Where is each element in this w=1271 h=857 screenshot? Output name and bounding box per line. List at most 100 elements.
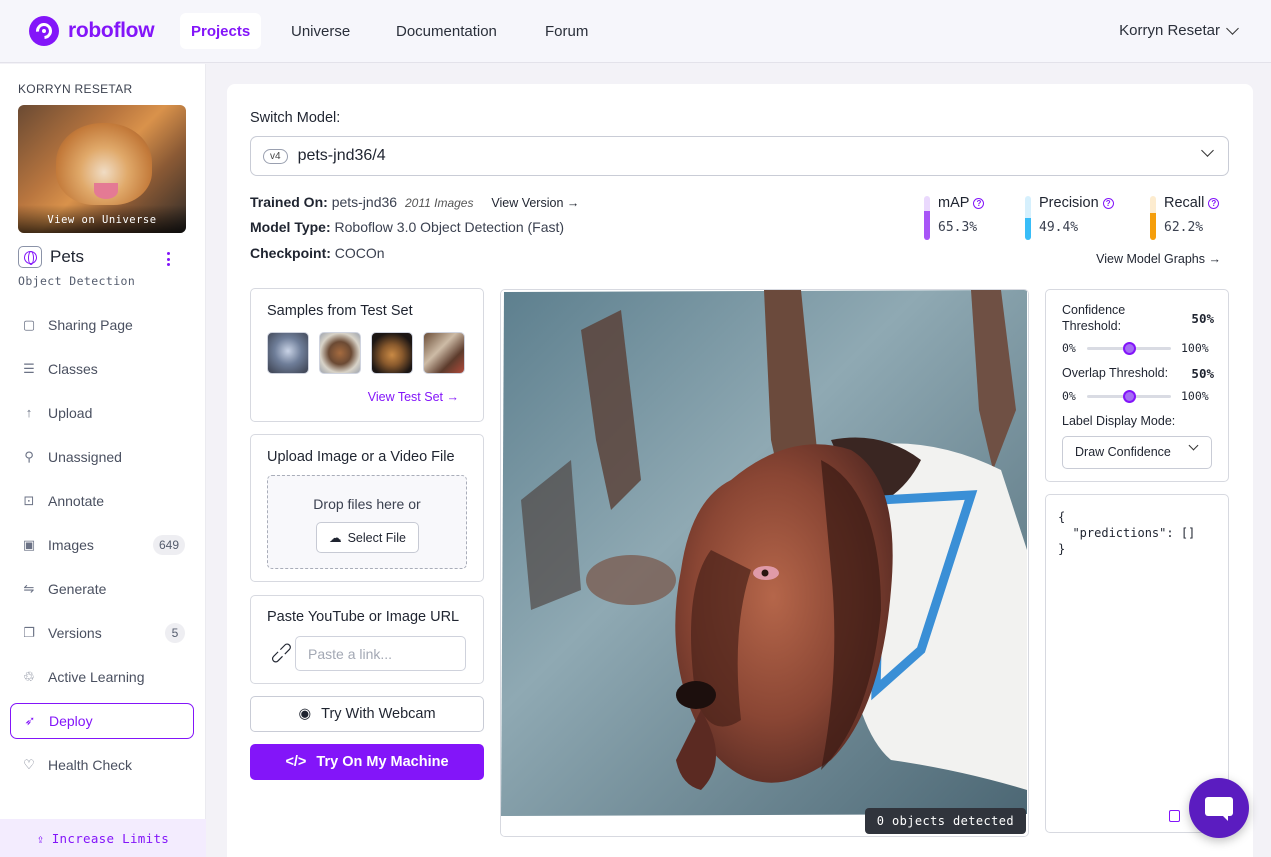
code-icon: </> <box>285 754 307 770</box>
help-icon[interactable]: ? <box>973 198 985 209</box>
view-model-graphs-link[interactable]: View Model Graphs → <box>1096 252 1221 266</box>
view-test-set-link[interactable]: View Test Set → <box>368 390 459 404</box>
label-mode-value: Draw Confidence <box>1075 445 1171 459</box>
view-on-universe-link[interactable]: View on Universe <box>18 205 186 233</box>
confidence-slider-knob[interactable] <box>1123 342 1136 355</box>
project-type: Object Detection <box>18 274 136 288</box>
precision-label: Precision? <box>1039 195 1114 211</box>
copy-icon[interactable] <box>1169 810 1180 822</box>
upload-circle-icon: ⇪ <box>36 830 45 846</box>
sidebar-item-label: Images <box>48 537 94 553</box>
nav-universe[interactable]: Universe <box>280 13 361 49</box>
map-bar <box>924 196 930 240</box>
nav-projects[interactable]: Projects <box>180 13 262 49</box>
sidebar-item-label: Upload <box>48 405 93 421</box>
sidebar-item-generate[interactable]: ⇋ Generate <box>10 571 194 607</box>
images-icon: ▣ <box>22 537 36 552</box>
recall-label: Recall? <box>1164 195 1220 211</box>
sidebar-item-label: Classes <box>48 361 98 377</box>
chat-support-icon[interactable] <box>1189 778 1249 838</box>
user-menu[interactable]: Korryn Resetar <box>1119 21 1239 39</box>
recall-value: 62.2% <box>1164 220 1204 235</box>
overlap-slider-knob[interactable] <box>1123 390 1136 403</box>
kebab-menu-icon[interactable] <box>166 252 170 266</box>
recall-label-text: Recall <box>1164 195 1205 211</box>
image-count: 2011 Images <box>404 196 474 210</box>
try-webcam-button[interactable]: ◉ Try With Webcam <box>250 696 484 732</box>
model-select[interactable]: v4 pets-jnd36/4 <box>250 136 1229 176</box>
model-type-value: Roboflow 3.0 Object Detection (Fast) <box>334 219 565 235</box>
sidebar-item-health-check[interactable]: ♡ Health Check <box>10 747 194 783</box>
sidebar-item-deploy[interactable]: ➶ Deploy <box>10 703 194 739</box>
view-graphs-label: View Model Graphs <box>1096 252 1206 266</box>
brand-name: roboflow <box>68 19 155 42</box>
cloud-upload-icon: ☁ <box>329 531 342 545</box>
upload-icon: ↑ <box>25 405 33 420</box>
project-thumbnail[interactable]: View on Universe <box>18 105 186 233</box>
precision-bar <box>1025 196 1031 240</box>
overlap-slider[interactable]: 0% 100% <box>1062 389 1214 403</box>
paste-url-panel: Paste YouTube or Image URL ⊂⊃ <box>250 595 484 684</box>
model-type-row: Model Type: Roboflow 3.0 Object Detectio… <box>250 219 564 235</box>
nav-forum[interactable]: Forum <box>534 13 599 49</box>
inference-preview: 0 objects detected <box>500 289 1029 837</box>
chevron-down-icon <box>1188 440 1199 451</box>
trained-on-label: Trained On: <box>250 194 328 210</box>
sidebar-item-label: Sharing Page <box>48 317 133 333</box>
version-tag: v4 <box>263 148 288 164</box>
nav-documentation[interactable]: Documentation <box>385 13 508 49</box>
model-type-label: Model Type: <box>250 219 331 235</box>
confidence-label: Confidence Threshold: <box>1062 303 1126 333</box>
file-dropzone[interactable]: Drop files here or ☁ Select File <box>267 475 467 569</box>
webcam-label: Try With Webcam <box>321 706 436 722</box>
try-on-machine-button[interactable]: </> Try On My Machine <box>250 744 484 780</box>
overlap-value: 50% <box>1191 366 1214 381</box>
deploy-panel: Switch Model: v4 pets-jnd36/4 Trained On… <box>227 84 1253 857</box>
samples-panel: Samples from Test Set View Test Set → <box>250 288 484 422</box>
webcam-icon: ◉ <box>298 706 312 722</box>
sidebar-item-classes[interactable]: ☰ Classes <box>10 351 194 387</box>
user-name: Korryn Resetar <box>1119 22 1220 39</box>
checkpoint-label: Checkpoint: <box>250 245 331 261</box>
confidence-slider[interactable]: 0% 100% <box>1062 341 1214 355</box>
sidebar-item-label: Unassigned <box>48 449 122 465</box>
sidebar-item-unassigned[interactable]: ⚲ Unassigned <box>10 439 194 475</box>
confidence-value: 50% <box>1191 311 1214 326</box>
model-name: pets-jnd36/4 <box>297 147 386 164</box>
label-mode-label: Label Display Mode: <box>1062 414 1176 428</box>
slider-track <box>1087 342 1171 355</box>
thumbnail-dog-tongue <box>94 183 118 199</box>
upload-title: Upload Image or a Video File <box>267 449 455 465</box>
precision-label-text: Precision <box>1039 195 1099 211</box>
sidebar-item-active-learning[interactable]: ♲ Active Learning <box>10 659 194 695</box>
sidebar-item-versions[interactable]: ❐ Versions 5 <box>10 615 194 651</box>
slider-max: 100% <box>1181 341 1209 355</box>
select-file-button[interactable]: ☁ Select File <box>316 522 419 553</box>
view-version-link[interactable]: View Version → <box>491 196 579 210</box>
sidebar-item-label: Health Check <box>48 757 133 773</box>
label-mode-select[interactable]: Draw Confidence <box>1062 436 1212 469</box>
globe-icon <box>18 246 42 268</box>
paste-link-input[interactable] <box>295 636 466 671</box>
sidebar-item-annotate[interactable]: ⊡ Annotate <box>10 483 194 519</box>
versions-icon: ❐ <box>23 625 35 640</box>
sample-image-1[interactable] <box>267 332 309 374</box>
sample-image-4[interactable] <box>423 332 465 374</box>
top-nav: roboflow Projects Universe Documentation… <box>0 0 1271 63</box>
sample-image-3[interactable] <box>371 332 413 374</box>
upload-panel: Upload Image or a Video File Drop files … <box>250 434 484 582</box>
map-label-text: mAP <box>938 195 970 211</box>
help-icon[interactable]: ? <box>1208 198 1220 209</box>
increase-limits-button[interactable]: ⇪ Increase Limits <box>0 819 206 857</box>
help-icon[interactable]: ? <box>1102 198 1114 209</box>
sidebar-item-images[interactable]: ▣ Images 649 <box>10 527 194 563</box>
roboflow-logo[interactable]: roboflow <box>29 16 155 46</box>
project-header: Pets <box>18 246 84 268</box>
sidebar-item-label: Active Learning <box>48 669 145 685</box>
share-icon: ▢ <box>22 317 36 332</box>
sidebar-item-sharing-page[interactable]: ▢ Sharing Page <box>10 307 194 343</box>
sidebar-item-upload[interactable]: ↑ Upload <box>10 395 194 431</box>
sample-image-2[interactable] <box>319 332 361 374</box>
link-icon: ⊂⊃ <box>266 637 298 669</box>
preview-dog-image <box>501 290 1028 836</box>
